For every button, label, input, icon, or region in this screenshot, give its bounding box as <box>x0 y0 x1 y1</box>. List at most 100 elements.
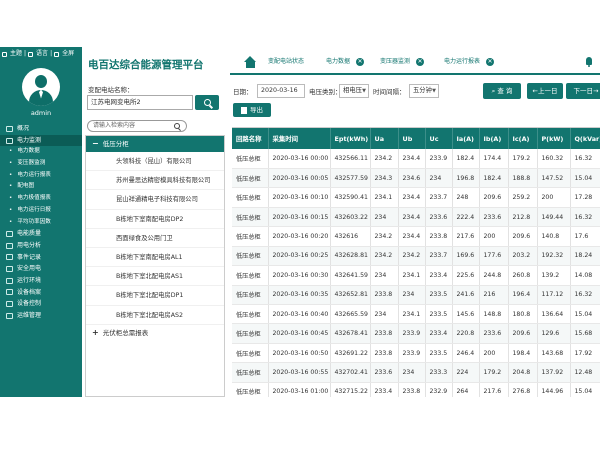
table-cell: 432616 <box>330 226 371 247</box>
tree-node[interactable]: B栋地下室南配电房AL1 <box>86 248 224 268</box>
station-input[interactable]: 江苏电网变电所2 <box>87 95 193 110</box>
interval-select[interactable]: 五分钟 <box>409 84 439 98</box>
column-header[interactable]: 采集时间 <box>268 128 331 149</box>
tree-node[interactable]: 头领科技（昆山）有限公司 <box>86 152 224 172</box>
table-cell: 244.8 <box>479 265 509 286</box>
table-row[interactable]: 低压总柜 2020-03-16 00:25 432628.81 234.2 234.2 2… <box>232 246 600 267</box>
sidebar-item-extreme-report[interactable]: 电力极值报表 <box>0 193 82 205</box>
table-row[interactable]: 低压总柜 2020-03-16 00:50 432691.22 233.8 233.9 2… <box>232 343 600 364</box>
table-cell: 233.4 <box>425 323 453 344</box>
table-row[interactable]: 低压总柜 2020-03-16 00:10 432590.41 234.1 234.4 2… <box>232 187 600 208</box>
sidebar-item-power-quality[interactable]: 电能质量 <box>0 228 82 240</box>
table-cell: 432603.22 <box>330 207 371 228</box>
table-row[interactable]: 低压总柜 2020-03-16 00:30 432641.59 234 234.1 233… <box>232 265 600 286</box>
table-cell: 低压总柜 <box>232 187 269 208</box>
tab-transformer-monitoring[interactable]: 变压器监测 ✕ <box>380 55 425 69</box>
table-header: 回路名称 采集时间 Ept(kWh) Ua Ub Uc Ia(A) Ib(A) … <box>232 128 600 149</box>
close-icon[interactable]: ✕ <box>416 58 425 66</box>
table-cell: 260.8 <box>508 265 538 286</box>
column-header[interactable]: Uc <box>425 128 453 149</box>
sidebar-item-transformer-monitoring[interactable]: 变压器监测 <box>0 158 82 170</box>
tab-station-status[interactable]: 变配电站状态 <box>268 55 304 69</box>
tree-node[interactable]: B栋地下室北配电房DP1 <box>86 286 224 306</box>
theme-icon <box>2 51 7 57</box>
next-day-button[interactable]: 下一日→ <box>566 83 600 99</box>
sidebar-item-distribution-diagram[interactable]: 配电图 <box>0 181 82 193</box>
table-cell: 432577.59 <box>330 168 371 189</box>
close-icon[interactable]: ✕ <box>356 58 365 66</box>
column-header[interactable]: Ib(A) <box>479 128 509 149</box>
table-row[interactable]: 低压总柜 2020-03-16 00:20 432616 234.2 234.4 233.… <box>232 226 600 247</box>
sidebar-item-power-report[interactable]: 电力运行报表 <box>0 170 82 182</box>
tree-node[interactable]: B栋地下室北配电房AS2 <box>86 306 224 325</box>
sidebar-item-power-data[interactable]: 电力数据 <box>0 146 82 158</box>
table-row[interactable]: 低压总柜 2020-03-16 00:45 432678.41 233.8 233.9 2… <box>232 323 600 344</box>
voltage-select[interactable]: 相电压 <box>339 84 369 98</box>
sidebar-item-environment[interactable]: 运行环境 <box>0 275 82 287</box>
column-header[interactable]: Ic(A) <box>508 128 538 149</box>
table-row[interactable]: 低压总柜 2020-03-16 00:00 432566.11 234.2 234.4 2… <box>232 149 600 169</box>
topnav-fullscreen[interactable]: 全屏 <box>62 47 74 61</box>
table-cell: 234.1 <box>370 187 399 208</box>
table-row[interactable]: 低压总柜 2020-03-16 00:05 432577.59 234.3 234.6 2… <box>232 168 600 189</box>
tree-node[interactable]: 西面绿食及公用门卫 <box>86 229 224 248</box>
column-header[interactable]: Q(kVar) <box>570 128 600 149</box>
sidebar-item-daily-report[interactable]: 电力运行日报 <box>0 205 82 217</box>
app-window: 主题 | 语言 | 全屏 admin 概况 电力监测 电力数据 变压器监测 电力… <box>0 47 600 397</box>
export-button[interactable]: 导出 <box>233 103 271 117</box>
sidebar-item-usage-analysis[interactable]: 用电分析 <box>0 240 82 252</box>
tree-group-collapsed[interactable]: + 光伏柜总需报表 <box>86 325 224 341</box>
column-header[interactable]: 回路名称 <box>232 128 269 149</box>
tree-group-expanded[interactable]: − 低压分柜 <box>86 136 224 152</box>
excel-icon <box>241 106 247 114</box>
table-cell: 233.8 <box>398 382 426 397</box>
table-cell: 233.8 <box>370 285 399 306</box>
sidebar-item-safety[interactable]: 安全用电 <box>0 263 82 275</box>
tree-node[interactable]: B栋地下室北配电房AS1 <box>86 267 224 287</box>
sidebar-item-event-log[interactable]: 事件记录 <box>0 252 82 264</box>
search-icon <box>203 99 211 106</box>
home-icon[interactable] <box>244 56 257 68</box>
sidebar-menu: 概况 电力监测 电力数据 变压器监测 电力运行报表 配电图 电力极值报表 电力运… <box>0 123 82 322</box>
close-icon[interactable]: ✕ <box>486 58 495 66</box>
sidebar-item-device-archive[interactable]: 设备档案 <box>0 287 82 299</box>
tree-node[interactable]: 昆山祥通精电子科技有限公司 <box>86 190 224 210</box>
avatar[interactable] <box>22 67 60 106</box>
table-cell: 192.32 <box>537 246 571 267</box>
table-cell: 264 <box>452 382 480 397</box>
tree-node[interactable]: 苏州曼思达精密模具科技有限公司 <box>86 171 224 191</box>
column-header[interactable]: Ia(A) <box>452 128 480 149</box>
table-row[interactable]: 低压总柜 2020-03-16 00:35 432652.81 233.8 234 233… <box>232 285 600 306</box>
top-nav: 主题 | 语言 | 全屏 <box>0 47 82 61</box>
sidebar-item-device-control[interactable]: 设备控制 <box>0 298 82 310</box>
table-cell: 212.8 <box>508 207 538 228</box>
prev-day-button[interactable]: ←上一日 <box>527 83 563 99</box>
sidebar-item-maintenance[interactable]: 运维管理 <box>0 310 82 322</box>
table-row[interactable]: 低压总柜 2020-03-16 00:40 432665.59 234 234.1 233… <box>232 304 600 325</box>
topnav-theme[interactable]: 主题 <box>10 47 22 61</box>
tree-node[interactable]: B栋地下室南配电房DP2 <box>86 210 224 229</box>
column-header[interactable]: P(kW) <box>537 128 571 149</box>
tree-search-input[interactable]: 请输入检索内容 <box>87 120 187 132</box>
sidebar-item-overview[interactable]: 概况 <box>0 123 82 135</box>
table-cell: 432590.41 <box>330 187 371 208</box>
date-input[interactable]: 2020-03-16 <box>257 84 305 98</box>
topnav-language[interactable]: 语言 <box>36 47 48 61</box>
sidebar-item-power-monitoring[interactable]: 电力监测 <box>0 134 82 147</box>
table-row[interactable]: 低压总柜 2020-03-16 00:55 432702.41 233.6 234 233… <box>232 362 600 383</box>
table-cell: 180.8 <box>508 304 538 325</box>
column-header[interactable]: Ub <box>398 128 426 149</box>
language-icon <box>28 51 34 57</box>
sidebar-item-power-factor[interactable]: 平均功率因数 <box>0 217 82 229</box>
table-cell: 234.2 <box>370 246 399 267</box>
column-header[interactable]: Ua <box>370 128 399 149</box>
column-header[interactable]: Ept(kWh) <box>330 128 371 149</box>
tab-power-report[interactable]: 电力运行报表 ✕ <box>444 55 495 69</box>
table-row[interactable]: 低压总柜 2020-03-16 00:15 432603.22 234 234.4 233… <box>232 207 600 228</box>
tab-power-data[interactable]: 电力数据 ✕ <box>326 55 365 69</box>
table-cell: 233.6 <box>370 362 399 383</box>
bell-icon[interactable] <box>584 57 594 67</box>
station-search-button[interactable] <box>195 95 219 110</box>
table-row[interactable]: 低压总柜 2020-03-16 01:00 432715.22 233.4 233.8 2… <box>232 382 600 397</box>
query-button[interactable]: ⌕ 查 询 <box>483 83 521 99</box>
